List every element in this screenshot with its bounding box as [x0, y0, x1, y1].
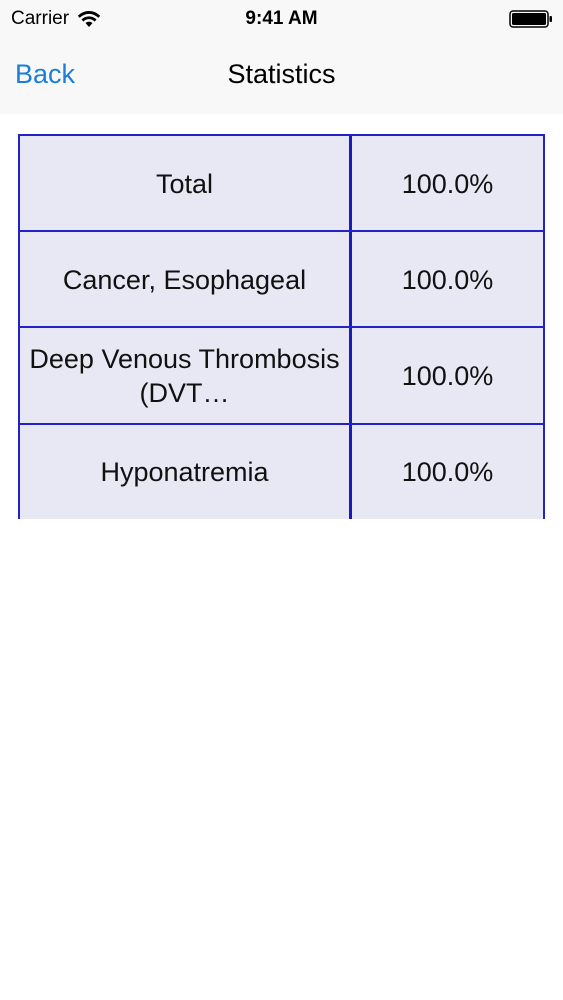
- status-time: 9:41 AM: [245, 8, 318, 29]
- table-row[interactable]: Total 100.0%: [20, 136, 543, 232]
- row-label: Hyponatremia: [20, 425, 352, 519]
- battery-icon: [509, 10, 552, 28]
- row-value: 100.0%: [401, 264, 494, 295]
- row-label: Deep Venous Thrombosis (DVT…: [20, 328, 352, 424]
- row-label: Cancer, Esophageal: [20, 232, 352, 328]
- screen: Carrier 9:41 AM Back Statistics Total 10…: [0, 0, 563, 1000]
- statistics-table: Total 100.0% Cancer, Esophageal 100.0% D…: [18, 134, 545, 519]
- table-row[interactable]: Cancer, Esophageal 100.0%: [20, 230, 543, 328]
- page-title: Statistics: [227, 59, 336, 89]
- row-value: 100.0%: [401, 168, 494, 199]
- navigation-bar: Back Statistics: [0, 38, 563, 114]
- row-label: Total: [20, 136, 352, 232]
- table-row[interactable]: Deep Venous Thrombosis (DVT… 100.0%: [20, 326, 543, 424]
- row-value: 100.0%: [401, 456, 494, 487]
- status-bar: Carrier 9:41 AM: [0, 0, 563, 38]
- table-row[interactable]: Hyponatremia 100.0%: [20, 423, 543, 519]
- row-value: 100.0%: [401, 360, 494, 391]
